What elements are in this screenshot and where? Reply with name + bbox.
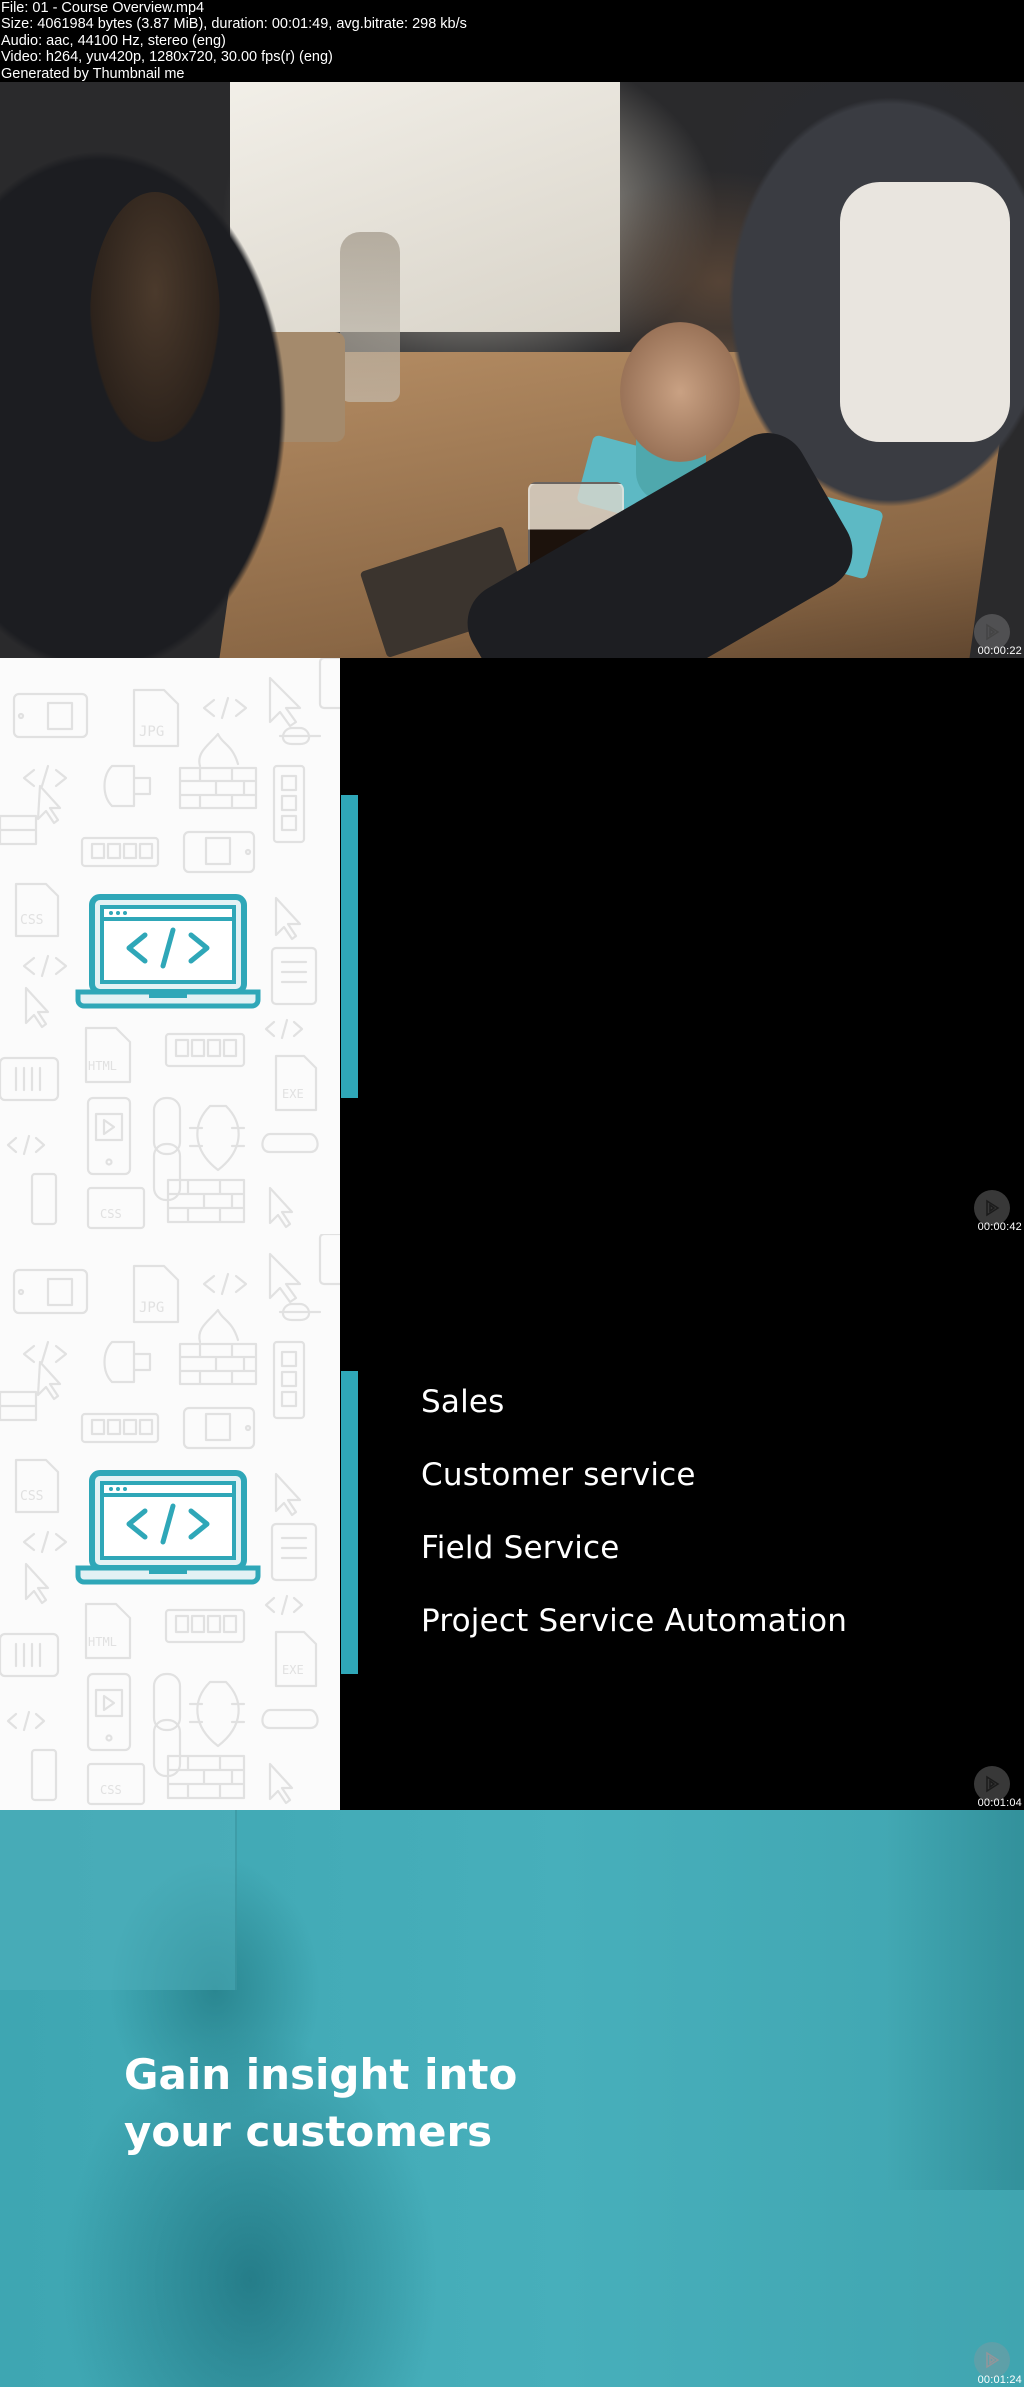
play-button[interactable]	[974, 2342, 1010, 2378]
bug-icon	[103, 1340, 152, 1384]
play-icon	[986, 2351, 1000, 2369]
code-tag-icon	[22, 1530, 68, 1554]
cursor-icon	[268, 1252, 302, 1304]
code-tag-icon	[264, 1594, 304, 1616]
svg-text:HTML: HTML	[88, 1059, 117, 1073]
cursor-icon	[268, 676, 302, 728]
headline-line-2: your customers	[124, 2107, 493, 2156]
code-tag-icon	[202, 1272, 248, 1296]
bug-icon	[103, 764, 152, 808]
chain-link-icon	[278, 726, 322, 746]
memory-chip-icon	[30, 1172, 58, 1226]
video-info-line: Video: h264, yuv420p, 1280x720, 30.00 fp…	[1, 49, 333, 66]
html-file-icon	[84, 1026, 132, 1084]
css-file-icon	[14, 1458, 60, 1514]
handshake	[620, 322, 740, 462]
mobile-video-icon	[86, 1672, 132, 1752]
list-item-sales: Sales	[421, 1384, 505, 1420]
list-item-field-service: Field Service	[421, 1530, 620, 1566]
flame-icon	[198, 732, 240, 768]
generator-line: Generated by Thumbnail me	[1, 65, 185, 82]
mobile-video-icon	[86, 1096, 132, 1176]
file-name-line: File: 01 - Course Overview.mp4	[1, 0, 205, 16]
audio-info-line: Audio: aac, 44100 Hz, stereo (eng)	[1, 32, 226, 49]
slide-headline: Gain insight into your customers	[124, 2046, 517, 2160]
tablet-icon	[12, 692, 89, 739]
svg-text:CSS: CSS	[100, 1783, 122, 1797]
svg-text:EXE: EXE	[282, 1663, 304, 1677]
play-icon	[986, 623, 1000, 641]
white-shirt	[840, 182, 1010, 442]
chain-link-icon	[152, 1672, 182, 1732]
code-tag-icon	[22, 1340, 68, 1364]
exe-file-icon	[274, 1630, 318, 1688]
list-item-customer-service: Customer service	[421, 1457, 696, 1493]
code-tag-icon	[6, 1134, 46, 1156]
thumbnail-frame-4[interactable]: Gain insight into your customers 00:01:2…	[0, 1810, 1024, 2387]
html-file-icon	[84, 1602, 132, 1660]
firewall-icon	[0, 814, 38, 846]
chain-link-icon	[261, 1708, 319, 1730]
tablet-icon	[0, 1056, 60, 1102]
video-info-header: File: 01 - Course Overview.mp4 Size: 406…	[0, 0, 1024, 82]
cursor-icon	[268, 1186, 294, 1229]
cursor-icon	[268, 1762, 294, 1805]
firewall-icon	[178, 766, 258, 810]
frame-timestamp: 00:00:22	[977, 645, 1022, 657]
thumbnail-frame-2[interactable]: JPG CSS HTML EXE CSS 00:00:42	[0, 658, 1024, 1234]
file-size-line: Size: 4061984 bytes (3.87 MiB), duration…	[1, 16, 467, 33]
firewall-icon	[178, 1342, 258, 1386]
background-shadow	[884, 1810, 1024, 2190]
laptop-code-icon	[75, 894, 261, 1009]
bug-icon	[188, 1680, 246, 1748]
svg-text:CSS: CSS	[20, 1489, 43, 1504]
frame-timestamp: 00:00:42	[977, 1221, 1022, 1233]
product-list: Sales Customer service Field Service Pro…	[421, 1384, 847, 1676]
svg-text:HTML: HTML	[88, 1635, 117, 1649]
frame-timestamp: 00:01:24	[977, 2374, 1022, 2386]
bearded-face	[90, 192, 220, 442]
bug-icon	[188, 1104, 246, 1172]
play-icon	[986, 1775, 1000, 1793]
thumbnail-frame-1[interactable]: 00:00:22	[0, 82, 1024, 658]
svg-text:EXE: EXE	[282, 1087, 304, 1101]
laptop-code-icon	[75, 1470, 261, 1585]
memory-chip-icon	[30, 1748, 58, 1802]
teal-accent-bar	[341, 795, 358, 1098]
code-tag-icon	[22, 954, 68, 978]
cursor-icon	[24, 986, 50, 1029]
tablet-icon	[270, 946, 318, 1006]
svg-text:CSS: CSS	[20, 913, 43, 928]
css-file-icon	[14, 882, 60, 938]
headline-line-1: Gain insight into	[124, 2050, 518, 2099]
exe-file-icon	[274, 1054, 318, 1112]
code-tag-icon	[6, 1710, 46, 1732]
cursor-icon	[274, 1472, 302, 1517]
frame-timestamp: 00:01:04	[977, 1797, 1022, 1809]
chain-link-icon	[261, 1132, 319, 1154]
firewall-icon	[0, 1390, 38, 1422]
code-tag-icon	[264, 1018, 304, 1040]
svg-text:JPG: JPG	[139, 724, 164, 740]
background-window	[0, 1810, 237, 1990]
chain-link-icon	[152, 1096, 182, 1156]
chain-link-icon	[278, 1302, 322, 1322]
code-tag-icon	[22, 764, 68, 788]
tablet-icon	[12, 1268, 89, 1315]
cursor-icon	[274, 896, 302, 941]
code-tag-icon	[202, 696, 248, 720]
cursor-icon	[36, 784, 62, 825]
svg-text:CSS: CSS	[100, 1207, 122, 1221]
teal-accent-bar	[341, 1371, 358, 1674]
flame-icon	[198, 1308, 240, 1344]
list-item-project-service-automation: Project Service Automation	[421, 1603, 848, 1639]
handshake-photo	[0, 82, 1024, 658]
tablet-icon	[0, 1632, 60, 1678]
cursor-icon	[24, 1562, 50, 1605]
thumbnail-frame-3[interactable]: JPG CSS HTML EXE CSS Sales Customer serv…	[0, 1234, 1024, 1810]
cursor-icon	[36, 1360, 62, 1401]
svg-text:JPG: JPG	[139, 1300, 164, 1316]
tablet-icon	[270, 1522, 318, 1582]
play-icon	[986, 1199, 1000, 1217]
